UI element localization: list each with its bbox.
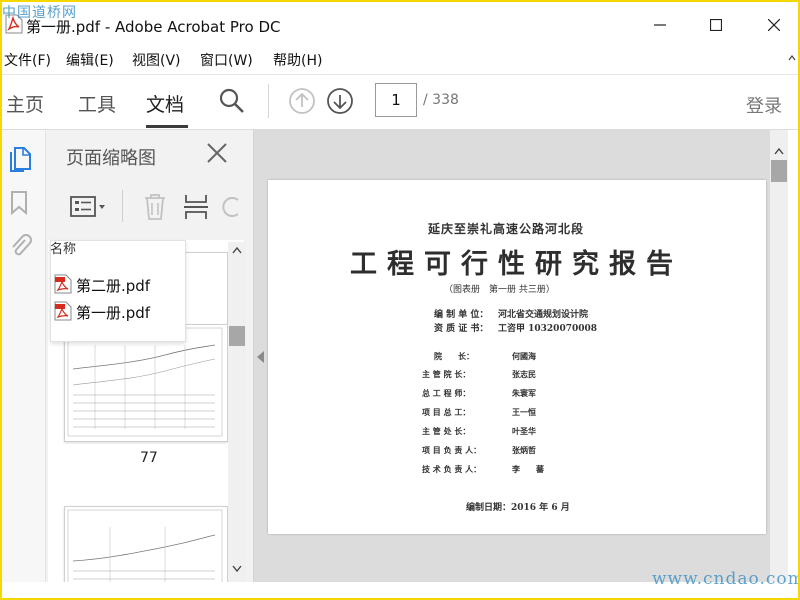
watermark-top-left: 中国道桥网 (2, 5, 77, 21)
document-scrollbar[interactable] (770, 130, 788, 582)
search-icon[interactable] (218, 87, 246, 115)
pdf-file-icon (54, 301, 72, 321)
login-link[interactable]: 登录 (746, 92, 782, 118)
thumbnail-options-icon[interactable] (70, 194, 108, 220)
page-thumbnails-icon[interactable] (8, 144, 34, 172)
minimize-icon (654, 24, 666, 26)
menu-view[interactable]: 视图(V) (132, 50, 181, 70)
menu-collapse-icon[interactable] (788, 54, 796, 62)
doc-role-name: 王一恒 (512, 407, 536, 417)
file-item-book1[interactable]: 第一册.pdf (76, 302, 150, 323)
menu-window[interactable]: 窗口(W) (200, 50, 253, 70)
document-scroll-thumb[interactable] (771, 160, 787, 182)
pdf-file-icon (54, 274, 72, 294)
doc-role-label: 项 目 负 责 人： (422, 445, 482, 455)
tab-tools[interactable]: 工具 (78, 90, 116, 117)
page-total: / 338 (423, 92, 459, 108)
watermark-bottom-right: www.cndao.com (652, 569, 798, 589)
doc-role-label: 主 管 处 长： (422, 426, 471, 436)
page-number-input[interactable]: 1 (375, 83, 417, 117)
active-tab-indicator (146, 125, 188, 128)
panel-tool-separator (122, 190, 123, 222)
popup-header: 名称 (50, 242, 77, 257)
menu-file[interactable]: 文件(F) (4, 50, 51, 70)
doc-cert-value: 工咨甲 10320070008 (498, 324, 598, 334)
doc-cert-label: 资 质 证 书： (434, 324, 489, 334)
thumbnail-page-label: 77 (140, 450, 158, 466)
doc-role-name: 叶圣华 (512, 426, 536, 436)
next-page-icon[interactable] (326, 87, 354, 115)
doc-project-title: 延庆至崇礼高速公路河北段 (428, 222, 585, 236)
close-window-button[interactable] (754, 10, 794, 40)
thumbnail-drawing (67, 327, 223, 437)
close-panel-icon[interactable] (206, 142, 228, 164)
file-item-book2[interactable]: 第二册.pdf (76, 275, 150, 296)
maximize-icon (710, 19, 722, 31)
menu-bar (2, 46, 798, 72)
scroll-up-icon[interactable] (232, 246, 242, 254)
doc-role-label: 技 术 负 责 人： (422, 464, 482, 474)
bookmark-icon[interactable] (10, 190, 30, 216)
doc-role-name: 朱寰军 (512, 388, 536, 398)
app-window: 第一册.pdf - Adobe Acrobat Pro DC 中国道桥网 文件(… (2, 2, 798, 598)
insert-page-icon[interactable] (182, 192, 210, 222)
doc-role-name: 李 蕃 (512, 464, 544, 474)
doc-org-label: 编 制 单 位： (434, 310, 489, 320)
doc-role-label: 总 工 程 师： (422, 388, 471, 398)
delete-icon[interactable] (142, 192, 168, 222)
thumbnail-scrollbar[interactable] (228, 242, 246, 582)
attachment-icon[interactable] (8, 232, 32, 260)
menu-help[interactable]: 帮助(H) (273, 50, 322, 70)
doc-role-label: 院 长： (434, 351, 474, 361)
doc-role-name: 何國海 (512, 351, 536, 361)
scroll-up-icon[interactable] (774, 147, 784, 155)
thumbnail-drawing (67, 509, 223, 585)
tab-document[interactable]: 文档 (146, 90, 184, 117)
toolbar-separator (268, 84, 269, 118)
doc-role-name: 张炳哲 (512, 445, 536, 455)
panel-title: 页面缩略图 (66, 148, 156, 169)
rotate-page-icon[interactable] (222, 194, 242, 220)
doc-date: 编制日期：2016 年 6 月 (466, 503, 570, 513)
thumbnail-scroll-thumb[interactable] (229, 326, 245, 346)
tab-home[interactable]: 主页 (6, 90, 44, 117)
doc-org-value: 河北省交通规划设计院 (498, 310, 589, 320)
page-thumbnail[interactable] (64, 506, 228, 588)
minimize-button[interactable] (640, 10, 680, 40)
doc-volume-info: （图表册 第一册 共三册） (444, 285, 555, 295)
menu-edit[interactable]: 编辑(E) (66, 50, 114, 70)
doc-role-label: 项 目 总 工： (422, 407, 471, 417)
expand-left-panel-icon[interactable] (257, 351, 265, 363)
doc-main-title: 工程可行性研究报告 (350, 249, 683, 280)
doc-role-label: 主 管 院 长： (422, 369, 471, 379)
scroll-down-icon[interactable] (232, 565, 242, 573)
previous-page-icon[interactable] (288, 87, 316, 115)
close-icon (768, 19, 780, 31)
maximize-button[interactable] (696, 10, 736, 40)
doc-role-name: 张志民 (512, 369, 536, 379)
